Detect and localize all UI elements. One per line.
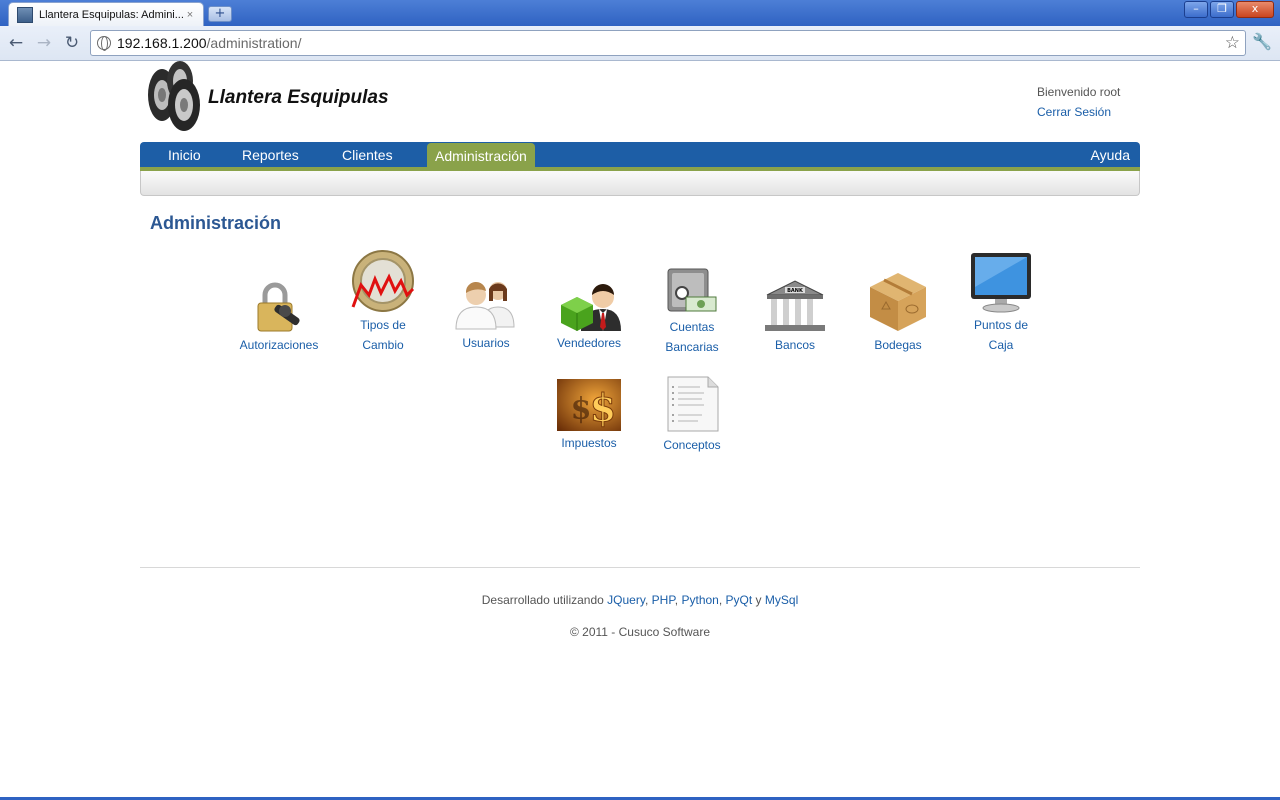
maximize-button[interactable]: ❐ [1210,1,1234,18]
admin-item-conceptos[interactable]: Conceptos [644,375,740,455]
link-php[interactable]: PHP [652,593,675,607]
salesman-icon [561,284,621,331]
users-icon [455,281,515,330]
conceptos-label: Conceptos [663,438,721,452]
puntos-de-caja-label-2: Caja [988,338,1014,352]
close-window-button[interactable]: x [1236,1,1274,18]
document-list-icon [667,376,719,432]
tab-title: Llantera Esquipulas: Admini... [39,8,183,21]
link-python[interactable]: Python [681,593,718,607]
link-pyqt[interactable]: PyQt [726,593,753,607]
admin-item-autorizaciones[interactable]: Autorizaciones [231,281,327,355]
usuarios-label: Usuarios [462,336,510,350]
footer-credits: Desarrollado utilizando JQuery, PHP, Pyt… [481,593,799,607]
forward-arrow-icon[interactable]: → [34,33,54,53]
cuentas-bancarias-label-2: Bancarias [665,340,719,354]
reload-icon[interactable]: ↻ [62,33,82,53]
admin-item-bancos[interactable]: BANK Bancos [747,277,843,355]
copyright-text: © 2011 - Cusuco Software [569,625,711,639]
svg-text:$: $ [590,385,616,430]
monitor-icon [971,253,1031,313]
admin-item-tipos-de-cambio[interactable]: Tipos de Cambio [335,249,431,355]
cuentas-bancarias-label-1: Cuentas [669,320,715,334]
coin-chart-icon [351,250,415,312]
menu-item-ayuda[interactable]: Ayuda [1083,142,1138,167]
browser-toolbar: ← → ↻ 192.168.1.200/administration/ ☆ 🔧 [0,26,1280,61]
tipos-de-cambio-label-2: Cambio [362,338,404,352]
dollar-sign-icon: $ $ [557,379,621,431]
logout-link[interactable]: Cerrar Sesión [1037,105,1111,119]
safe-money-icon [667,268,717,312]
link-mysql[interactable]: MySql [765,593,798,607]
back-arrow-icon[interactable]: ← [6,33,26,53]
welcome-text: Bienvenido root [1037,85,1121,99]
url-host: 192.168.1.200 [117,35,207,51]
minimize-button[interactable]: – [1184,1,1208,18]
address-bar[interactable]: 192.168.1.200/administration/ ☆ [90,30,1246,56]
admin-item-puntos-de-caja[interactable]: Puntos de Caja [953,251,1049,355]
favicon-icon [17,6,33,23]
footer-prefix: Desarrollado utilizando [481,593,604,607]
admin-item-cuentas-bancarias[interactable]: Cuentas Bancarias [644,267,740,357]
menu-item-inicio[interactable]: Inicio [160,142,209,167]
admin-item-bodegas[interactable]: Bodegas [850,269,946,355]
link-jquery[interactable]: JQuery [607,593,645,607]
puntos-de-caja-label-1: Puntos de [973,318,1029,332]
menu-item-clientes[interactable]: Clientes [334,142,401,167]
new-tab-button[interactable]: + [208,6,232,22]
tab-close-icon[interactable]: × [183,9,197,21]
bank-building-icon: BANK [765,280,825,331]
bodegas-label: Bodegas [874,338,922,352]
brand-title: Llantera Esquipulas [208,87,389,108]
padlock-key-icon [257,282,300,332]
browser-tab[interactable]: Llantera Esquipulas: Admini... × [8,2,204,26]
admin-item-vendedores[interactable]: Vendedores [541,275,637,353]
page-content: Llantera Esquipulas Bienvenido root Cerr… [0,61,1280,797]
svg-text:$: $ [571,392,592,427]
footer-divider [140,567,1140,568]
tipos-de-cambio-label-1: Tipos de [360,318,406,332]
bookmark-star-icon[interactable]: ☆ [1225,31,1240,55]
wrench-icon[interactable]: 🔧 [1252,32,1272,51]
box-icon [870,273,926,331]
url-path: /administration/ [206,35,302,51]
menu-item-reportes[interactable]: Reportes [234,142,307,167]
admin-item-usuarios[interactable]: Usuarios [438,275,534,353]
page-title: Administración [150,213,282,233]
admin-item-impuestos[interactable]: $ $ Impuestos [541,379,637,453]
tires-logo-icon [148,61,200,131]
svg-text:BANK: BANK [787,288,804,294]
submenu-bar [140,171,1140,196]
bancos-label: Bancos [774,338,816,352]
globe-icon [97,36,111,51]
impuestos-label: Impuestos [561,436,617,450]
menu-item-administracion[interactable]: Administración [427,143,535,170]
browser-titlebar: Llantera Esquipulas: Admini... × + – ❐ x [0,0,1280,26]
main-menu: Inicio Reportes Clientes Administración … [140,142,1140,171]
autorizaciones-label: Autorizaciones [239,338,319,352]
vendedores-label: Vendedores [556,336,622,350]
